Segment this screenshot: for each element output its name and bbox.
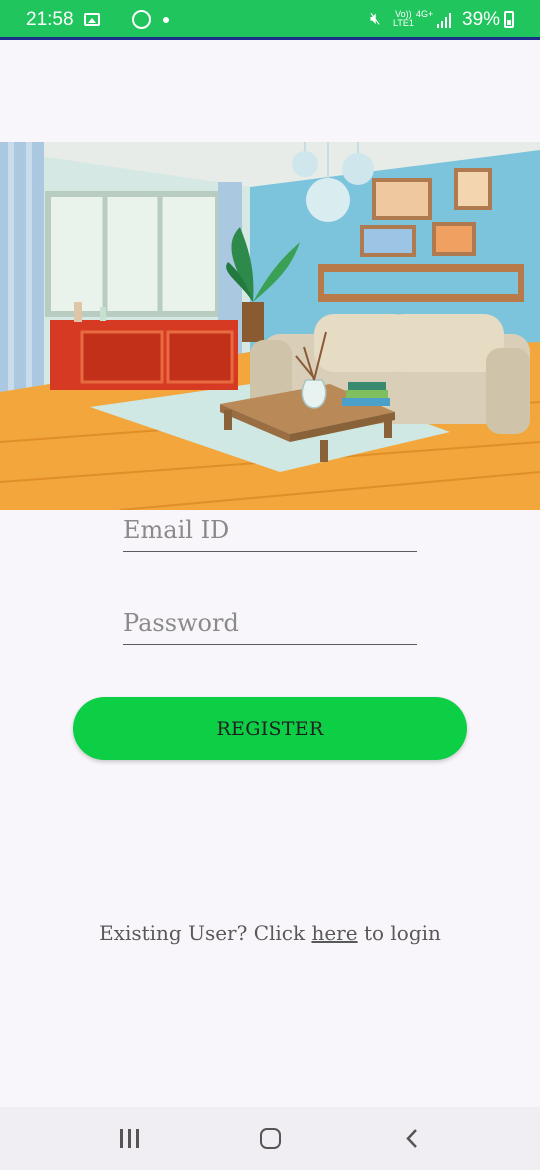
register-button[interactable]: REGISTER [73,697,467,760]
login-prompt: Existing User? Click here to login [0,921,540,945]
status-time: 21:58 [26,9,74,30]
email-field[interactable] [123,508,417,551]
mute-icon: 🔇︎ [370,9,381,28]
volte-bottom: LTE1 [393,18,414,28]
recents-icon[interactable] [120,1129,140,1148]
4g-icon: 4G+ [416,9,434,19]
battery-icon [504,11,514,28]
living-room-illustration [0,142,540,510]
whatsapp-icon [132,10,151,29]
gallery-icon [84,13,100,26]
login-prompt-before: Existing User? Click [99,921,312,945]
password-field-container [123,601,417,645]
signal-icon [437,13,453,28]
navigation-bar [0,1107,540,1170]
back-icon[interactable] [405,1129,419,1148]
login-prompt-after: to login [357,921,441,945]
battery-percent: 39% [462,9,501,30]
password-field[interactable] [123,601,417,644]
volte-icon: Vo)) LTE1 [393,10,414,28]
notification-dot-icon [163,17,169,23]
login-link[interactable]: here [311,921,357,945]
status-bar: 21:58 🔇︎ Vo)) LTE1 4G+ 39% [0,0,540,40]
email-field-container [123,508,417,552]
home-icon[interactable] [260,1128,281,1149]
